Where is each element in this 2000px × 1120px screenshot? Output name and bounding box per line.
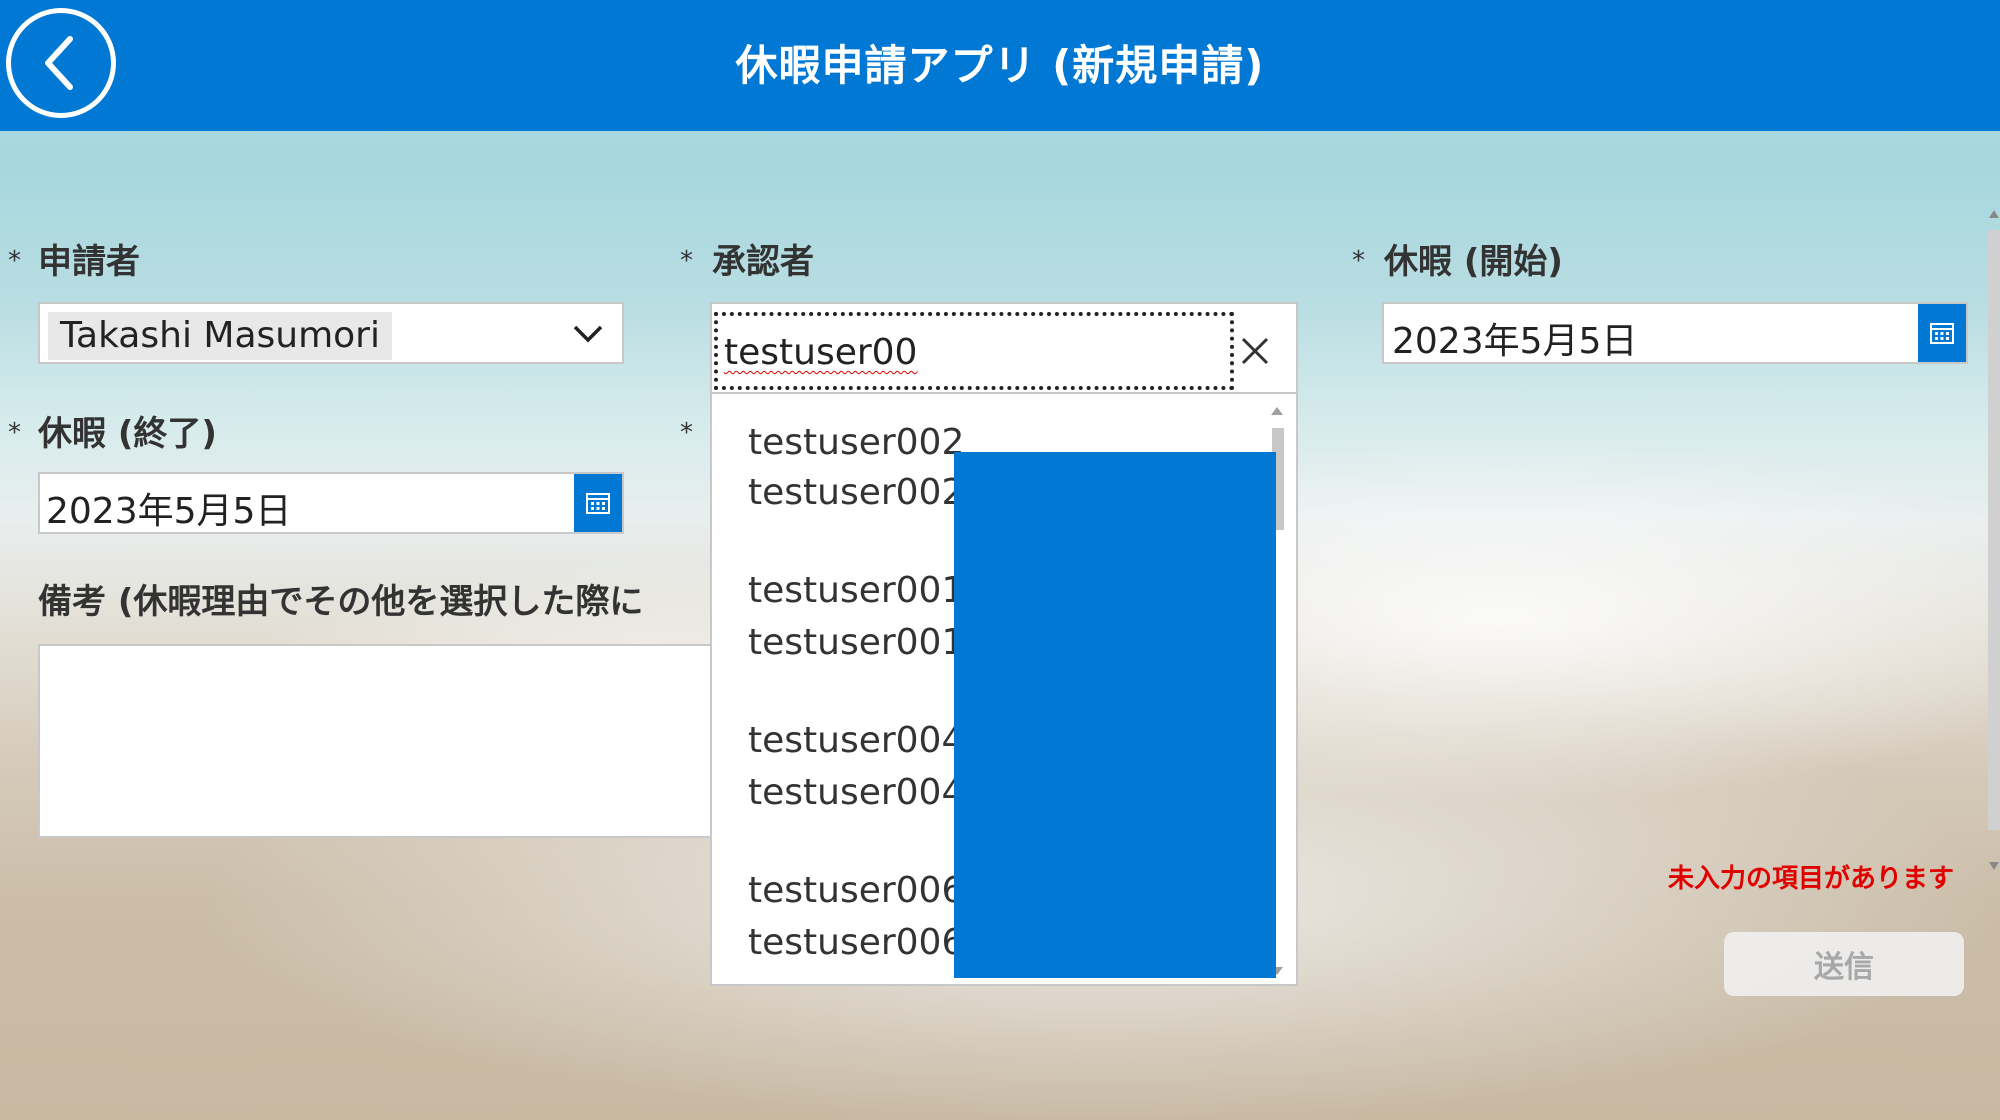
chevron-down-icon[interactable] <box>572 322 604 346</box>
approver-search-input[interactable]: testuser00 <box>714 312 1234 390</box>
chevron-left-icon <box>45 36 73 90</box>
scroll-down-arrow-icon[interactable] <box>1989 862 1999 870</box>
list-item-secondary: testuser001 <box>748 622 965 663</box>
list-item-secondary: testuser004 <box>748 772 965 813</box>
required-mark: * <box>680 246 693 276</box>
leave-start-calendar-button[interactable] <box>1918 304 1966 362</box>
app-header: 休暇申請アプリ (新規申請) <box>0 0 2000 131</box>
calendar-icon <box>586 493 610 514</box>
close-icon[interactable] <box>1240 336 1270 366</box>
remarks-label-clip: 備考 (休暇理由でその他を選択した際に <box>38 574 710 622</box>
required-mark: * <box>8 246 21 276</box>
list-item-secondary: testuser002 <box>748 472 965 513</box>
page-scrollbar-thumb[interactable] <box>1988 230 2000 830</box>
leave-start-label: 休暇 (開始) <box>1384 242 1563 282</box>
leave-end-calendar-button[interactable] <box>574 474 622 532</box>
list-item-primary: testuser004 <box>748 720 965 761</box>
leave-start-value: 2023年5月5日 <box>1392 321 1638 362</box>
list-item-primary: testuser006 <box>748 870 965 911</box>
approver-label: 承認者 <box>712 242 814 282</box>
calendar-icon <box>1930 323 1954 344</box>
redaction-block <box>954 452 1276 978</box>
required-mark: * <box>8 418 21 448</box>
approver-search-text: testuser00 <box>724 332 918 373</box>
submit-button[interactable]: 送信 <box>1724 932 1964 996</box>
list-item-primary: testuser001 <box>748 570 965 611</box>
back-button[interactable] <box>6 8 116 118</box>
list-item-primary: testuser002 <box>748 422 965 463</box>
leave-end-label: 休暇 (終了) <box>38 414 217 454</box>
approver-combobox[interactable]: testuser00 <box>710 302 1298 394</box>
leave-end-datepicker[interactable]: 2023年5月5日 <box>38 472 624 534</box>
list-item-secondary: testuser006 <box>748 922 965 963</box>
validation-error-message: 未入力の項目があります <box>1668 864 1955 894</box>
required-mark: * <box>1352 246 1365 276</box>
scroll-up-arrow-icon[interactable] <box>1270 406 1284 416</box>
remarks-label: 備考 (休暇理由でその他を選択した際に <box>38 582 644 622</box>
applicant-label: 申請者 <box>38 242 140 282</box>
leave-end-value: 2023年5月5日 <box>46 491 292 532</box>
page-title: 休暇申請アプリ (新規申請) <box>735 41 1265 90</box>
scroll-up-arrow-icon[interactable] <box>1989 210 1999 218</box>
applicant-combobox[interactable]: Takashi Masumori <box>38 302 624 364</box>
leave-start-datepicker[interactable]: 2023年5月5日 <box>1382 302 1968 364</box>
remarks-textarea[interactable] <box>38 644 712 838</box>
required-mark: * <box>680 418 693 448</box>
applicant-selected-chip: Takashi Masumori <box>48 312 392 360</box>
